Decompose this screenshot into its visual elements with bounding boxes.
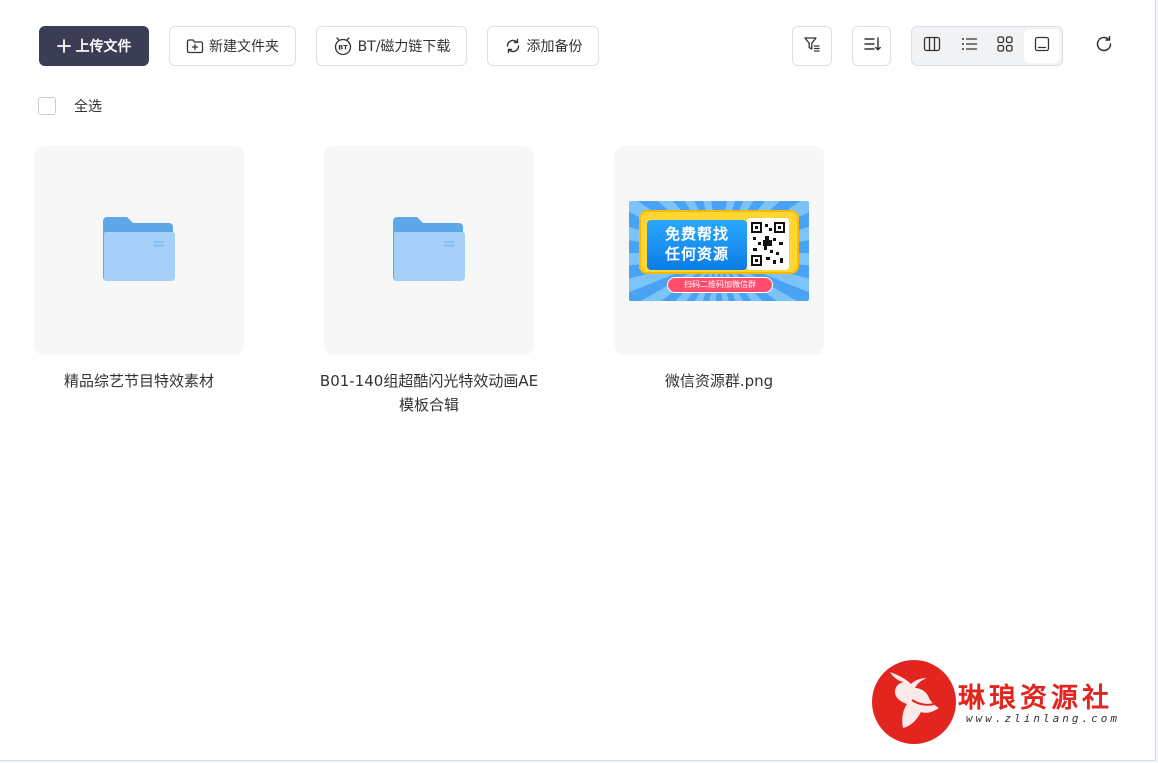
folder-icon: [392, 215, 466, 287]
add-backup-label: 添加备份: [526, 39, 583, 55]
file-thumbnail[interactable]: [324, 146, 534, 355]
file-card-image[interactable]: 免费帮找 任何资源 扫码二维码加微信群 微信资源群.png: [614, 146, 824, 393]
columns-icon: [923, 35, 941, 57]
bt-magnet-download-button[interactable]: BT BT/磁力链下载: [316, 26, 467, 66]
qr-code-icon: [747, 217, 789, 270]
file-manager-window: 上传文件 新建文件夹 BT BT/磁力链下载 添加备份 全选 精品综艺节目特效素…: [0, 0, 1156, 761]
new-folder-button[interactable]: 新建文件夹: [169, 26, 296, 66]
image-preview: 免费帮找 任何资源 扫码二维码加微信群: [629, 200, 809, 301]
promo-line-2: 任何资源: [664, 244, 729, 263]
file-thumbnail[interactable]: 免费帮找 任何资源 扫码二维码加微信群: [614, 146, 824, 355]
select-all-row: 全选: [38, 96, 102, 116]
folder-plus-icon: [186, 38, 204, 54]
plus-icon: [56, 39, 71, 53]
file-thumbnail[interactable]: [34, 146, 244, 355]
watermark-logo: 琳琅资源社 www.zlinlang.com: [870, 660, 1150, 750]
new-folder-label: 新建文件夹: [209, 39, 279, 55]
bt-icon: BT: [333, 37, 353, 55]
file-card-folder[interactable]: 精品综艺节目特效素材: [34, 146, 244, 393]
upload-file-button[interactable]: 上传文件: [39, 26, 149, 66]
bt-magnet-download-label: BT/磁力链下载: [357, 39, 451, 55]
promo-line-1: 免费帮找: [664, 224, 729, 243]
grid-view-button[interactable]: [987, 29, 1024, 63]
folder-icon: [102, 215, 176, 287]
filter-button[interactable]: [792, 26, 832, 66]
deer-logo-icon: [872, 660, 956, 744]
file-card-folder[interactable]: B01-140组超酷闪光特效动画AE模板合辑: [320, 146, 538, 417]
promo-headline: 免费帮找 任何资源: [647, 219, 747, 270]
upload-file-label: 上传文件: [75, 39, 132, 55]
file-name[interactable]: 微信资源群.png: [604, 369, 834, 393]
watermark-name: 琳琅资源社: [958, 683, 1113, 714]
list-view-button[interactable]: [951, 29, 988, 63]
refresh-icon: [1094, 34, 1114, 58]
promo-ribbon: 扫码二维码加微信群: [667, 276, 773, 293]
file-name[interactable]: 精品综艺节目特效素材: [24, 369, 254, 393]
select-all-checkbox[interactable]: [38, 97, 56, 115]
promo-frame: 免费帮找 任何资源: [639, 209, 799, 274]
select-all-label: 全选: [74, 99, 102, 115]
watermark-url: www.zlinlang.com: [966, 712, 1120, 725]
filter-icon: [803, 35, 821, 57]
sort-button[interactable]: [852, 26, 891, 66]
add-backup-button[interactable]: 添加备份: [487, 26, 599, 66]
sync-icon: [504, 37, 522, 55]
thumbnail-icon: [1033, 35, 1051, 57]
column-view-button[interactable]: [914, 29, 951, 63]
file-name[interactable]: B01-140组超酷闪光特效动画AE模板合辑: [314, 369, 544, 417]
grid-icon: [996, 35, 1014, 57]
list-icon: [960, 35, 978, 57]
view-mode-switcher: [911, 26, 1063, 66]
refresh-button[interactable]: [1088, 30, 1120, 62]
sort-icon: [863, 35, 881, 57]
svg-text:BT: BT: [338, 44, 348, 52]
thumbnail-view-button[interactable]: [1023, 29, 1060, 63]
